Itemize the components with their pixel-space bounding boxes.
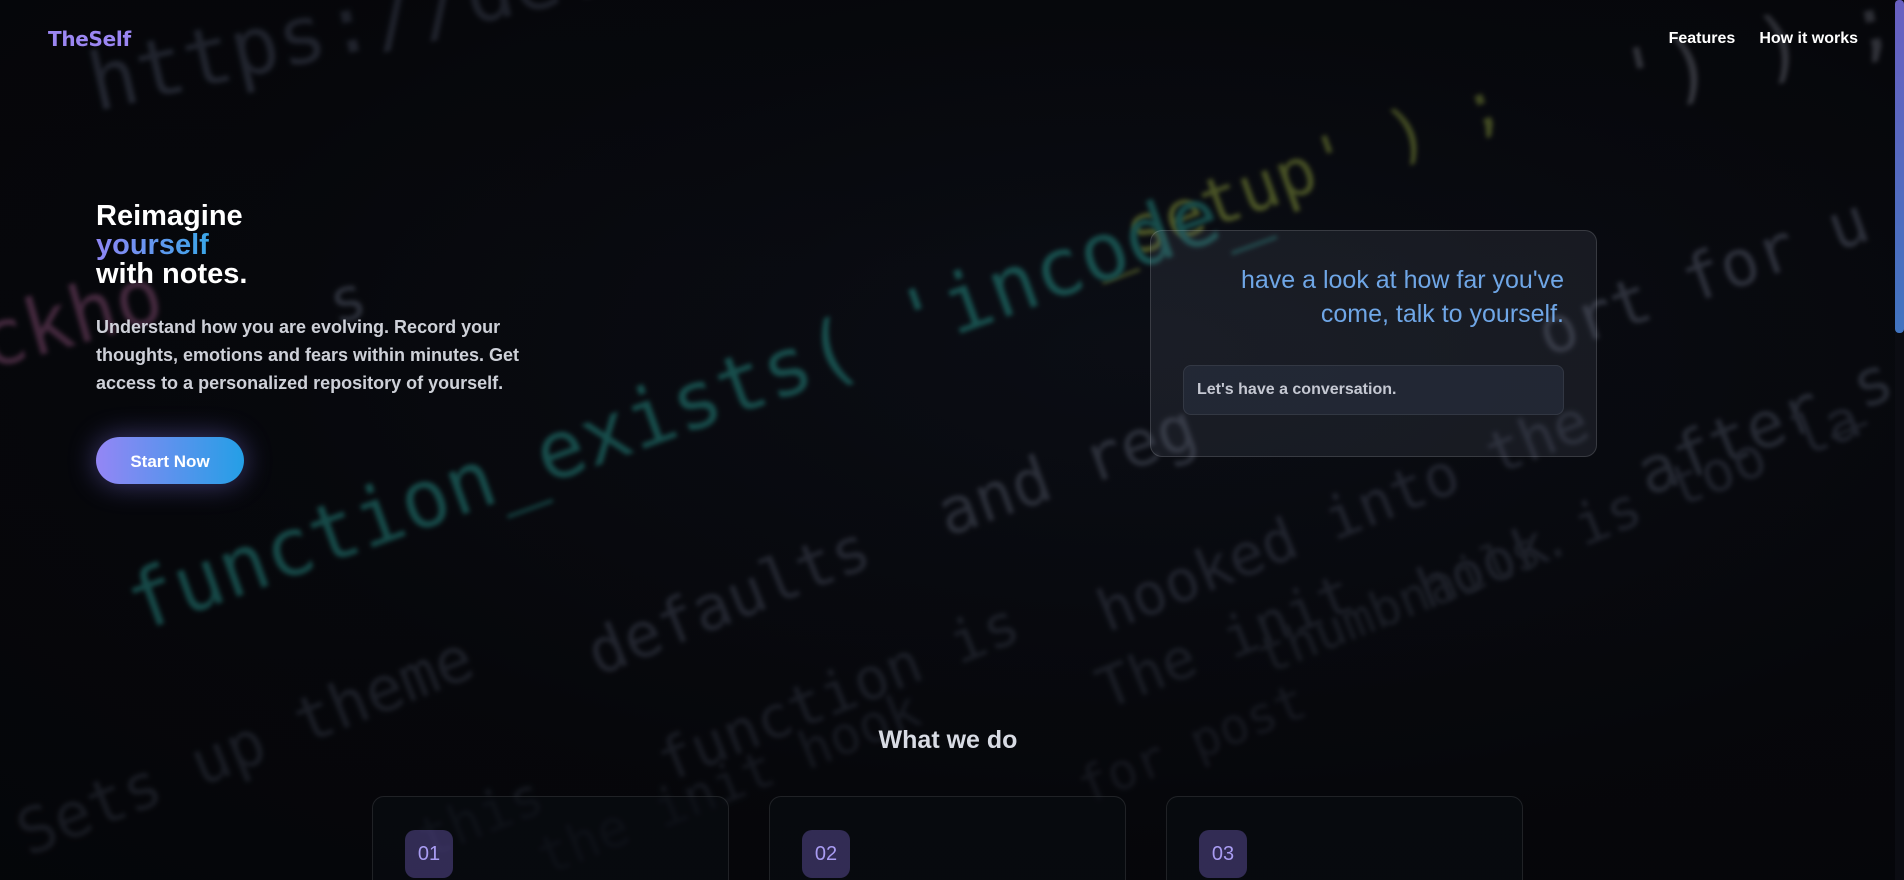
scrollbar-thumb[interactable] bbox=[1895, 0, 1904, 333]
brand-logo[interactable]: TheSelf bbox=[48, 27, 131, 51]
hero-title-line1: Reimagine bbox=[96, 200, 243, 232]
feature-number-badge: 01 bbox=[405, 830, 453, 878]
what-we-do-title: What we do bbox=[878, 725, 1018, 754]
hero-description: Understand how you are evolving. Record … bbox=[96, 317, 520, 393]
feature-card: 03 bbox=[1166, 796, 1523, 880]
hero-title: Reimagine yourself with notes. bbox=[96, 202, 556, 289]
card-tagline: have a look at how far you've come, talk… bbox=[1240, 266, 1564, 328]
bg-code-line: defaults bbox=[576, 510, 881, 691]
feature-number-badge: 03 bbox=[1199, 830, 1247, 878]
hero-title-line3: with notes. bbox=[96, 258, 248, 290]
hero-section: Reimagine yourself with notes. Understan… bbox=[96, 202, 556, 484]
top-navbar: TheSelf Features How it works bbox=[0, 0, 1904, 78]
bg-code-line: thumbnails. bbox=[1249, 508, 1578, 686]
bg-code-line: function is bbox=[647, 588, 1029, 796]
bg-code-line: after_s bbox=[1626, 341, 1904, 512]
feature-card: 02 bbox=[769, 796, 1126, 880]
page-scrollbar[interactable] bbox=[1895, 0, 1904, 880]
start-now-button[interactable]: Start Now bbox=[96, 437, 244, 484]
feature-card: 01 bbox=[372, 796, 729, 880]
feature-cards: 01 02 03 bbox=[372, 796, 1523, 880]
feature-number-badge: 02 bbox=[802, 830, 850, 878]
hero-title-accent: yourself bbox=[96, 229, 209, 261]
nav-links: Features How it works bbox=[1669, 30, 1858, 48]
conversation-input[interactable] bbox=[1183, 365, 1564, 415]
conversation-card: have a look at how far you've come, talk… bbox=[1150, 230, 1597, 457]
bg-code-line: The init bbox=[1087, 561, 1363, 723]
nav-link-features[interactable]: Features bbox=[1669, 30, 1736, 48]
nav-link-how-it-works[interactable]: How it works bbox=[1759, 30, 1858, 48]
page: https://devel ') ) ; _setup' ) ; ckho s … bbox=[0, 0, 1904, 880]
